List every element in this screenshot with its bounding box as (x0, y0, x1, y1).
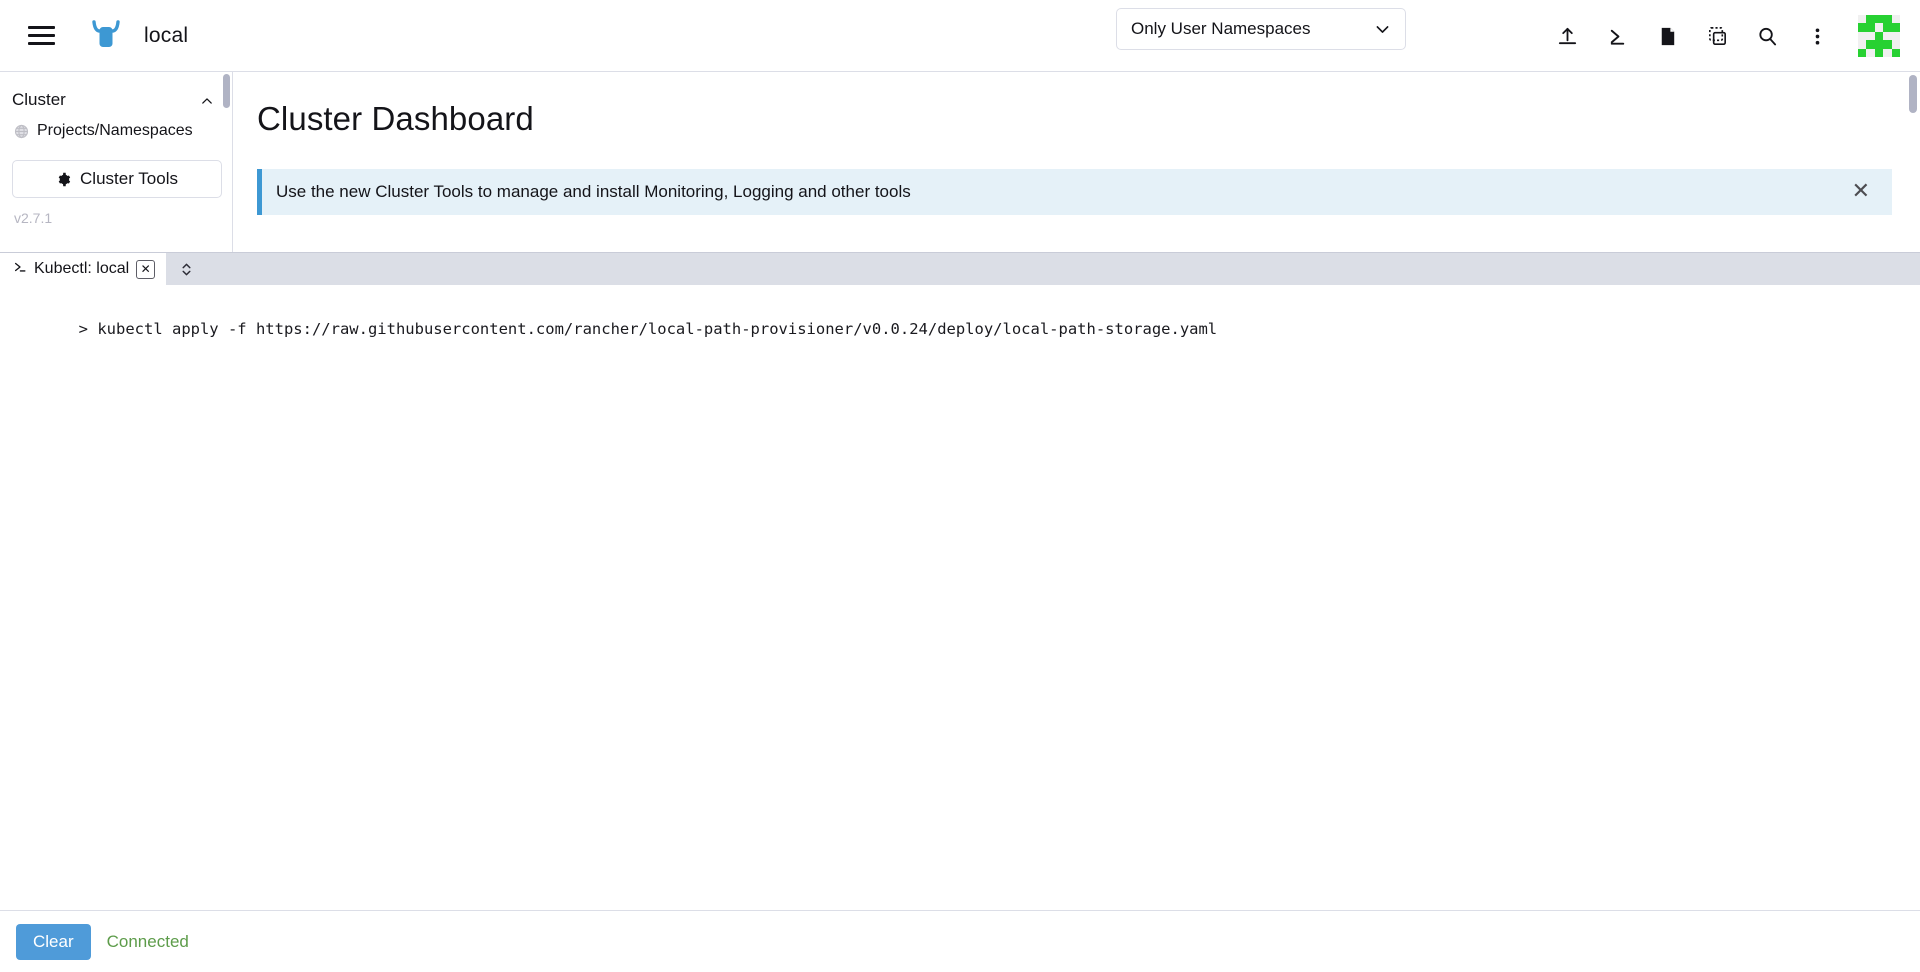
info-banner: Use the new Cluster Tools to manage and … (257, 169, 1892, 215)
top-header: local Only User Namespaces (0, 0, 1920, 72)
namespace-filter-select[interactable]: Only User Namespaces (1116, 8, 1406, 50)
kubectl-shell-button[interactable] (1592, 11, 1642, 61)
kubectl-shell-panel: Kubectl: local ✕ > kubectl apply -f http… (0, 252, 1920, 972)
info-banner-message: Use the new Cluster Tools to manage and … (276, 182, 911, 202)
terminal-command-line: kubectl apply -f https://raw.githubuserc… (97, 320, 1217, 338)
hamburger-menu-icon[interactable] (18, 13, 64, 59)
avatar-cell (1866, 49, 1874, 57)
cluster-tools-button[interactable]: Cluster Tools (12, 160, 222, 198)
sidebar-scrollbar-thumb[interactable] (223, 74, 230, 108)
gear-icon (56, 172, 71, 187)
terminal-output[interactable]: > kubectl apply -f https://raw.githubuse… (0, 285, 1920, 910)
avatar-cell (1883, 40, 1891, 48)
terminal-prompt-icon (13, 260, 27, 278)
avatar-cell (1875, 23, 1883, 31)
avatar-cell (1875, 15, 1883, 23)
clear-button[interactable]: Clear (16, 924, 91, 960)
page-title: Cluster Dashboard (257, 100, 1920, 138)
avatar-cell (1866, 15, 1874, 23)
rancher-version-label: v2.7.1 (0, 198, 232, 226)
avatar-cell (1875, 49, 1883, 57)
kubeconfig-download-button[interactable] (1642, 11, 1692, 61)
search-button[interactable] (1742, 11, 1792, 61)
hamburger-bar (28, 42, 55, 45)
avatar-cell (1883, 49, 1891, 57)
import-yaml-button[interactable] (1542, 11, 1592, 61)
avatar-cell (1875, 32, 1883, 40)
terminal-prompt: > (79, 320, 98, 338)
close-x-icon[interactable]: ✕ (1852, 181, 1870, 203)
app-root: local Only User Namespaces (0, 0, 1920, 972)
avatar-cell (1892, 23, 1900, 31)
body-container: Cluster Projects/Namespaces (0, 72, 1920, 972)
connection-status: Connected (107, 932, 189, 952)
current-cluster-name: local (144, 24, 188, 48)
terminal-tab-kubectl-local[interactable]: Kubectl: local ✕ (0, 253, 166, 285)
cluster-tools-label: Cluster Tools (80, 169, 178, 189)
avatar-cell (1858, 23, 1866, 31)
user-avatar-identicon[interactable] (1858, 15, 1900, 57)
avatar-cell (1866, 40, 1874, 48)
more-options-button[interactable] (1792, 11, 1842, 61)
rancher-cow-logo[interactable] (86, 16, 126, 56)
avatar-cell (1858, 40, 1866, 48)
avatar-cell (1883, 32, 1891, 40)
terminal-tab-bar: Kubectl: local ✕ (0, 253, 1920, 285)
chevron-down-icon (1374, 21, 1391, 38)
avatar-cell (1875, 40, 1883, 48)
main-scrollbar-thumb[interactable] (1909, 75, 1917, 113)
sidebar-item-projects-namespaces[interactable]: Projects/Namespaces (0, 116, 232, 146)
namespace-filter-container: Only User Namespaces (1116, 8, 1406, 50)
avatar-cell (1866, 32, 1874, 40)
hamburger-bar (28, 34, 55, 37)
avatar-cell (1858, 32, 1866, 40)
terminal-footer: Clear Connected (0, 910, 1920, 972)
avatar-cell (1892, 32, 1900, 40)
sidebar-item-label: Projects/Namespaces (37, 122, 193, 140)
header-left-group: local (0, 13, 188, 59)
resize-vertical-icon[interactable] (166, 253, 206, 285)
avatar-cell (1892, 15, 1900, 23)
avatar-cell (1892, 40, 1900, 48)
avatar-cell (1858, 15, 1866, 23)
avatar-cell (1883, 23, 1891, 31)
copy-kubeconfig-button[interactable] (1692, 11, 1742, 61)
avatar-cell (1858, 49, 1866, 57)
sidebar-group-cluster[interactable]: Cluster (0, 82, 232, 116)
avatar-cell (1866, 23, 1874, 31)
namespace-filter-value: Only User Namespaces (1131, 19, 1311, 39)
globe-icon (14, 124, 29, 139)
header-action-group (1542, 0, 1920, 72)
close-x-icon[interactable]: ✕ (136, 260, 155, 279)
hamburger-bar (28, 26, 55, 29)
avatar-cell (1883, 15, 1891, 23)
chevron-up-icon (200, 93, 214, 107)
sidebar-group-label: Cluster (12, 90, 66, 110)
avatar-cell (1892, 49, 1900, 57)
terminal-tab-label: Kubectl: local (34, 260, 129, 278)
